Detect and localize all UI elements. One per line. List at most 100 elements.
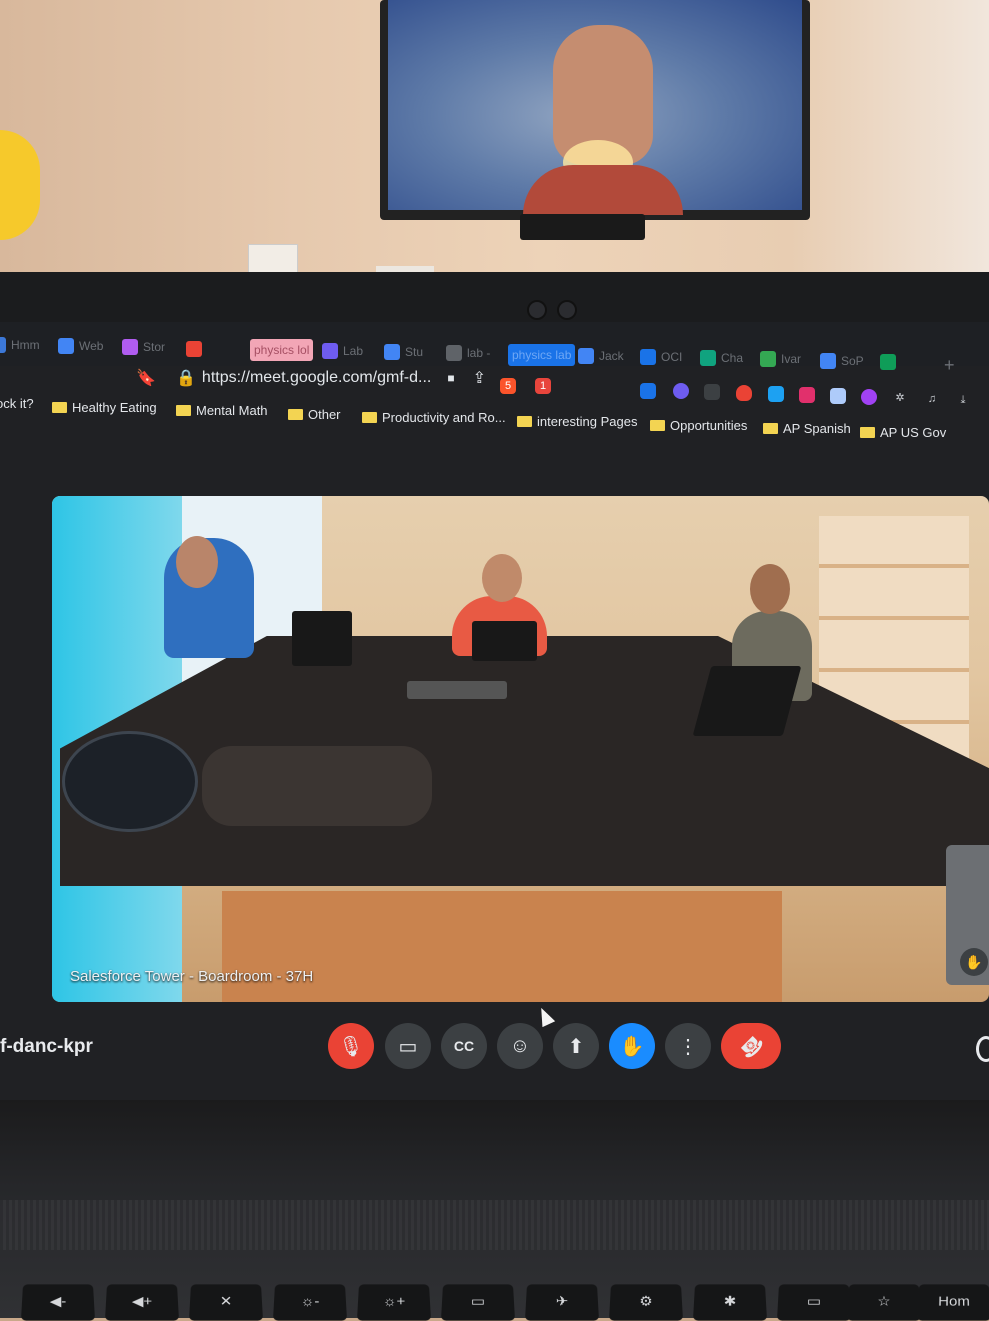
bookmark-item[interactable]: Mental Math: [176, 403, 268, 418]
folder-icon: [176, 405, 191, 417]
browser-tab[interactable]: Lab: [322, 340, 363, 362]
keyboard-key[interactable]: ▭: [776, 1284, 852, 1321]
laptop-camera: [527, 300, 547, 320]
captions-button[interactable]: CC: [441, 1023, 487, 1069]
bookmark-label: Productivity and Ro...: [382, 410, 506, 426]
keyboard-key[interactable]: ▭: [440, 1284, 516, 1321]
keyboard-key[interactable]: Hom: [916, 1284, 989, 1321]
keyboard-key[interactable]: ◀-: [20, 1284, 96, 1321]
bookmark-item[interactable]: Other: [288, 407, 341, 422]
media-control-icon[interactable]: ♫: [924, 391, 940, 407]
camera-indicator-icon[interactable]: ■: [447, 371, 454, 385]
bookmark-icon[interactable]: 🔖: [136, 368, 156, 388]
tab-label: physics lab: [512, 347, 572, 362]
remote-participant-shirt: [523, 165, 683, 215]
browser-tab[interactable]: physics lab: [508, 343, 576, 366]
keyboard-key[interactable]: ✕: [188, 1284, 264, 1321]
bookmark-item[interactable]: Opportunities: [650, 418, 747, 433]
extension-circle-icon[interactable]: [673, 383, 689, 399]
extension-square-icon[interactable]: [830, 388, 846, 404]
keyboard-key[interactable]: ☼+: [356, 1284, 432, 1321]
keyboard-key[interactable]: ✱: [692, 1284, 768, 1321]
url-text[interactable]: https://meet.google.com/gmf-d...: [202, 369, 431, 387]
bookmark-label: AP US Gov: [880, 424, 947, 440]
lock-icon: 🔒: [176, 370, 196, 387]
bookmark-item[interactable]: Healthy Eating: [52, 400, 157, 415]
tab-label: Stu: [405, 345, 424, 360]
meeting-code: f-danc-kpr: [0, 1036, 93, 1057]
browser-tab[interactable]: physics lol: [250, 338, 314, 361]
tab-favicon-icon: [0, 337, 6, 353]
person-yellow-shirt: [0, 130, 40, 240]
raise-hand-button[interactable]: ✋: [609, 1023, 655, 1069]
browser-tab[interactable]: Stor: [122, 336, 165, 358]
leave-call-button[interactable]: ☎: [721, 1023, 781, 1069]
keyboard-key[interactable]: ✈: [524, 1284, 600, 1321]
camera-button[interactable]: ▭: [385, 1023, 431, 1069]
extension-shield-icon[interactable]: [736, 385, 752, 401]
participant-center-head: [482, 554, 522, 602]
wall-tv: [380, 0, 810, 220]
extensions-puzzle-icon[interactable]: ✲: [892, 390, 908, 406]
extension-meet-icon[interactable]: [640, 383, 656, 399]
bookmark-item[interactable]: Productivity and Ro...: [362, 410, 506, 425]
mic-off-button[interactable]: 🎙: [328, 1023, 374, 1069]
tab-favicon-icon: [446, 345, 462, 362]
present-button[interactable]: ⬆: [553, 1023, 599, 1069]
browser-tab[interactable]: [186, 338, 207, 360]
phone-hangup-icon: ☎: [734, 1029, 768, 1063]
extension-purple-icon[interactable]: [861, 389, 877, 405]
rewards-icon[interactable]: 1: [535, 378, 551, 394]
browser-tab[interactable]: Stu: [384, 341, 423, 363]
mic-off-icon: 🎙: [338, 1035, 364, 1058]
browser-tab[interactable]: lab -: [446, 342, 490, 364]
browser-tab[interactable]: Web: [58, 335, 103, 357]
tab-favicon-icon: [322, 343, 338, 359]
bookmark-item[interactable]: AP US Gov: [860, 425, 946, 440]
bookmark-item[interactable]: interesting Pages: [517, 414, 637, 429]
bookmark-item[interactable]: ock it?: [0, 396, 34, 411]
keyboard-key[interactable]: ☆: [846, 1284, 922, 1321]
tab-label: physics lol: [254, 342, 310, 357]
bookmark-item[interactable]: AP Spanish: [763, 421, 851, 436]
twitter-icon[interactable]: [768, 386, 784, 402]
folder-icon: [288, 408, 303, 420]
kebab-menu-icon: ⋮: [678, 1035, 698, 1058]
tab-label: lab -: [467, 346, 491, 361]
info-icon[interactable]: [976, 1036, 989, 1062]
participant-name-label: Salesforce Tower - Boardroom - 37H: [70, 968, 314, 985]
hand-raised-badge-icon: ✋: [960, 948, 988, 976]
reactions-button[interactable]: ☺: [497, 1023, 543, 1069]
laptop-left: [292, 611, 352, 666]
more-options-button[interactable]: ⋮: [665, 1023, 711, 1069]
hand-icon: ✋: [619, 1035, 645, 1058]
tab-label: Stor: [143, 340, 166, 355]
brave-shield-icon[interactable]: 5: [500, 378, 516, 394]
tab-favicon-icon: [700, 350, 716, 367]
browser-tab[interactable]: Hmm: [0, 334, 40, 356]
extension-glasses-icon[interactable]: [704, 384, 720, 400]
share-icon[interactable]: ⇪: [473, 368, 486, 388]
url-field[interactable]: 🔒 https://meet.google.com/gmf-d... ■ ⇪: [176, 368, 486, 388]
browser-tab[interactable]: OCI: [640, 346, 682, 368]
tab-favicon-icon: [640, 349, 656, 365]
folder-icon: [362, 412, 377, 424]
tab-favicon-icon: [186, 340, 202, 357]
instagram-icon[interactable]: [799, 387, 815, 403]
keyboard-key[interactable]: ☼-: [272, 1284, 348, 1321]
emoji-icon: ☺: [509, 1034, 531, 1057]
browser-tab[interactable]: Jack: [578, 345, 624, 367]
folder-icon: [517, 416, 532, 427]
bookmark-label: Other: [308, 406, 341, 422]
laptop-center: [472, 621, 537, 661]
tab-favicon-icon: [384, 344, 400, 361]
laptop-right: [692, 666, 802, 736]
download-icon[interactable]: ⤓: [955, 392, 971, 408]
tab-label: OCI: [661, 350, 683, 364]
folder-icon: [650, 419, 665, 431]
keyboard-key[interactable]: ◀+: [104, 1284, 180, 1321]
folder-icon: [763, 423, 778, 435]
tab-label: Cha: [721, 351, 744, 366]
tab-favicon-icon: [58, 338, 74, 355]
keyboard-key[interactable]: ⚙: [608, 1284, 684, 1321]
